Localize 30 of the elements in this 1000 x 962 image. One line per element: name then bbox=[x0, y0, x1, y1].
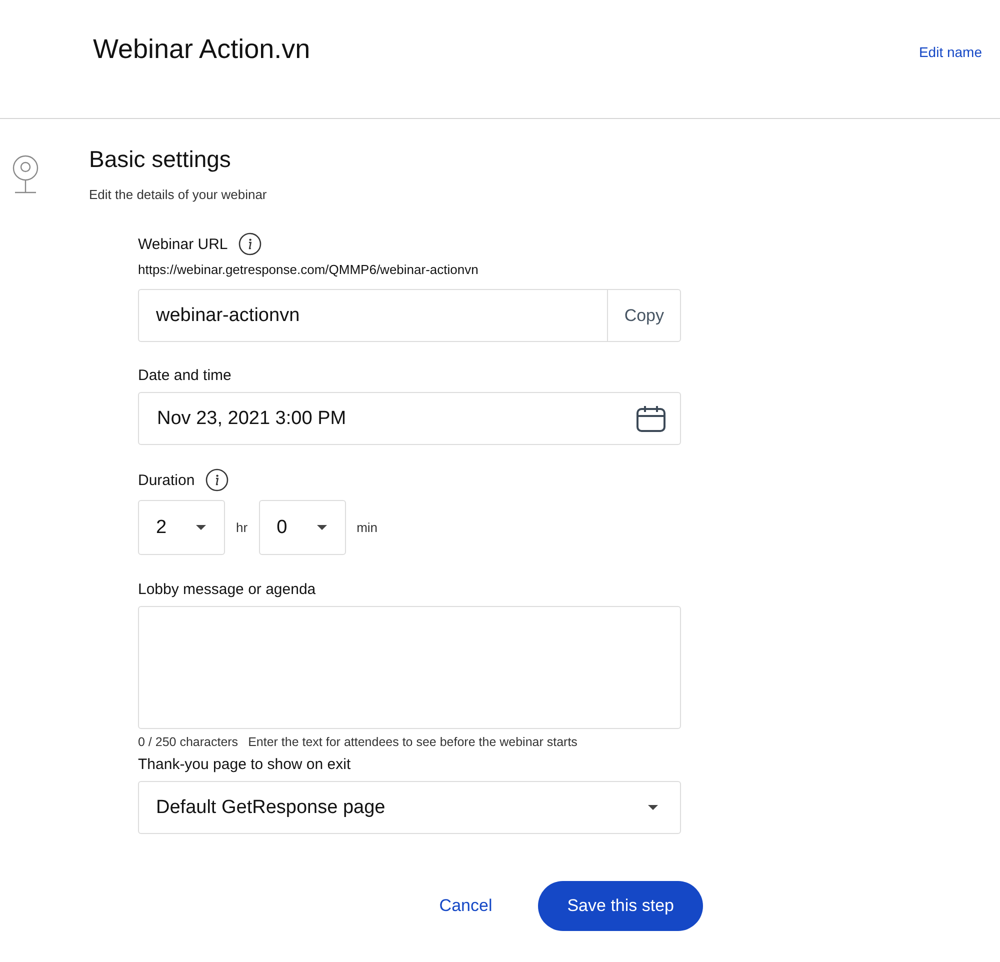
calendar-icon[interactable] bbox=[636, 404, 666, 432]
webcam-icon bbox=[12, 155, 39, 195]
hours-unit: hr bbox=[236, 520, 248, 535]
field-label: Lobby message or agenda bbox=[138, 581, 316, 598]
date-time-field[interactable]: Nov 23, 2021 3:00 PM bbox=[138, 392, 681, 445]
hours-select[interactable]: 2 bbox=[138, 500, 225, 555]
webinar-url: https://webinar.getresponse.com/QMMP6/webinar-actionvn bbox=[138, 262, 480, 277]
caret-icon bbox=[648, 805, 658, 810]
field-label: Webinar URL bbox=[138, 236, 228, 252]
section-title: Basic settings bbox=[89, 146, 232, 173]
field-hint: Enter the text for attendees to see before the webinar starts bbox=[248, 735, 578, 749]
caret-icon bbox=[196, 525, 206, 530]
lobby-message-field[interactable] bbox=[138, 606, 681, 729]
caret-icon bbox=[316, 525, 327, 530]
minutes-unit: min bbox=[356, 520, 378, 535]
section-subtitle: Edit the details of your webinar bbox=[89, 187, 267, 202]
character-counter: 0 / 250 characters bbox=[138, 735, 238, 749]
field-label: Date and time bbox=[138, 367, 232, 384]
save-button[interactable]: Save this step bbox=[538, 881, 703, 931]
edit-name-link[interactable]: Edit name bbox=[918, 44, 982, 60]
cancel-button[interactable]: Cancel bbox=[439, 892, 492, 920]
info-icon[interactable] bbox=[204, 468, 229, 492]
url-slug-field[interactable]: webinar-actionvn Copy bbox=[138, 289, 681, 342]
page-title: Webinar Action.vn bbox=[93, 34, 310, 65]
field-label: Thank-you page to show on exit bbox=[138, 756, 351, 773]
field-label: Duration bbox=[138, 472, 195, 488]
info-icon[interactable] bbox=[238, 232, 262, 256]
minutes-select[interactable]: 0 bbox=[258, 500, 346, 555]
copy-button[interactable]: Copy bbox=[607, 290, 680, 341]
thank-you-page-select[interactable]: Default GetResponse page bbox=[138, 781, 681, 834]
